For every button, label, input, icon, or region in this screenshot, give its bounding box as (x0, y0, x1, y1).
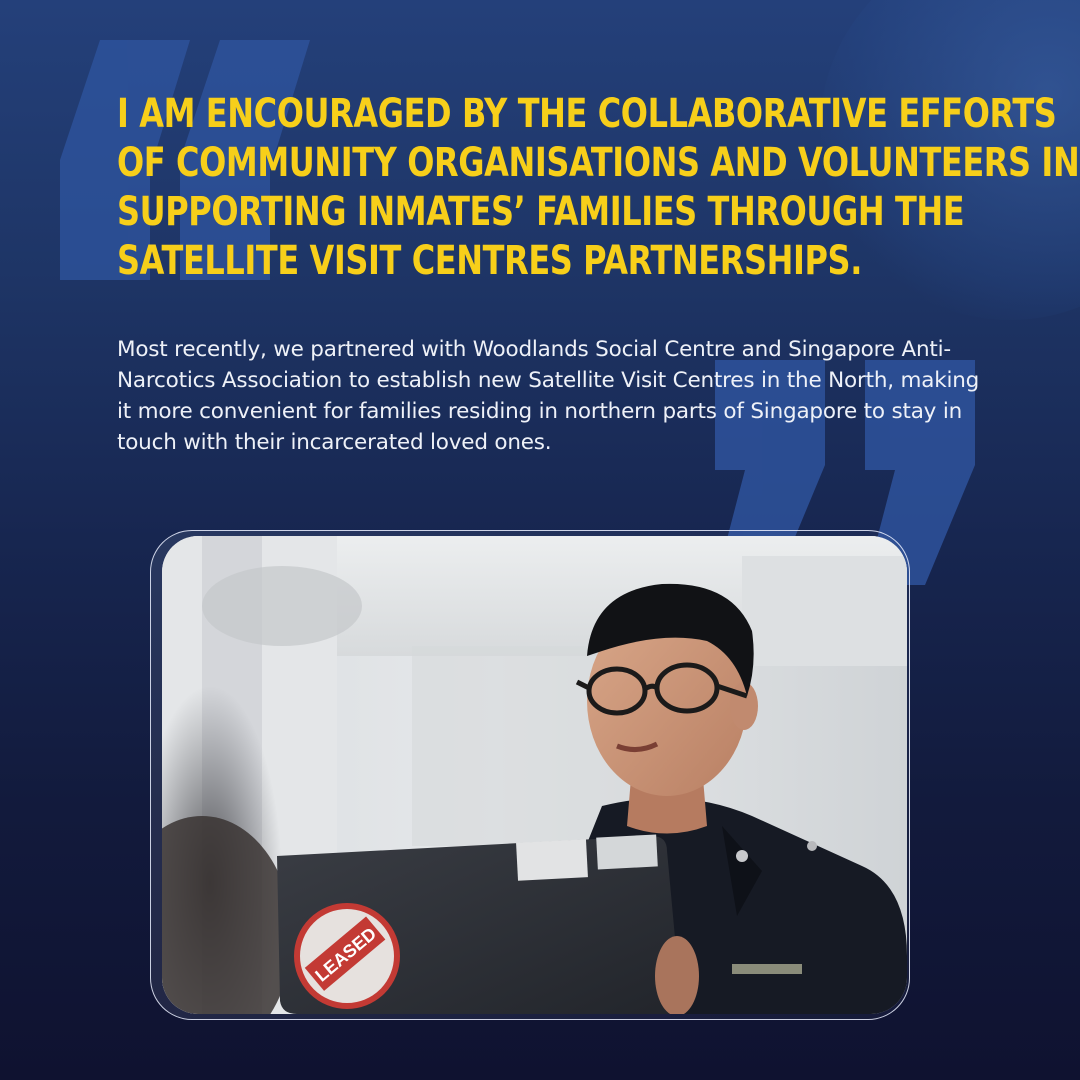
headline-line: supporting inmates’ families through the (117, 189, 965, 235)
headline-line: Satellite Visit Centres partnerships. (117, 238, 862, 284)
headline-line: I am encouraged by the collaborative eff… (117, 91, 1057, 137)
poster: I am encouraged by the collaborative eff… (0, 0, 1080, 1080)
headline-quote: I am encouraged by the collaborative eff… (117, 90, 1080, 286)
officer-photo: LEASED (162, 536, 907, 1014)
headline-line: of community organisations and volunteer… (117, 140, 1080, 186)
body-paragraph: Most recently, we partnered with Woodlan… (117, 337, 980, 455)
photo-illustration: LEASED (162, 536, 907, 1014)
